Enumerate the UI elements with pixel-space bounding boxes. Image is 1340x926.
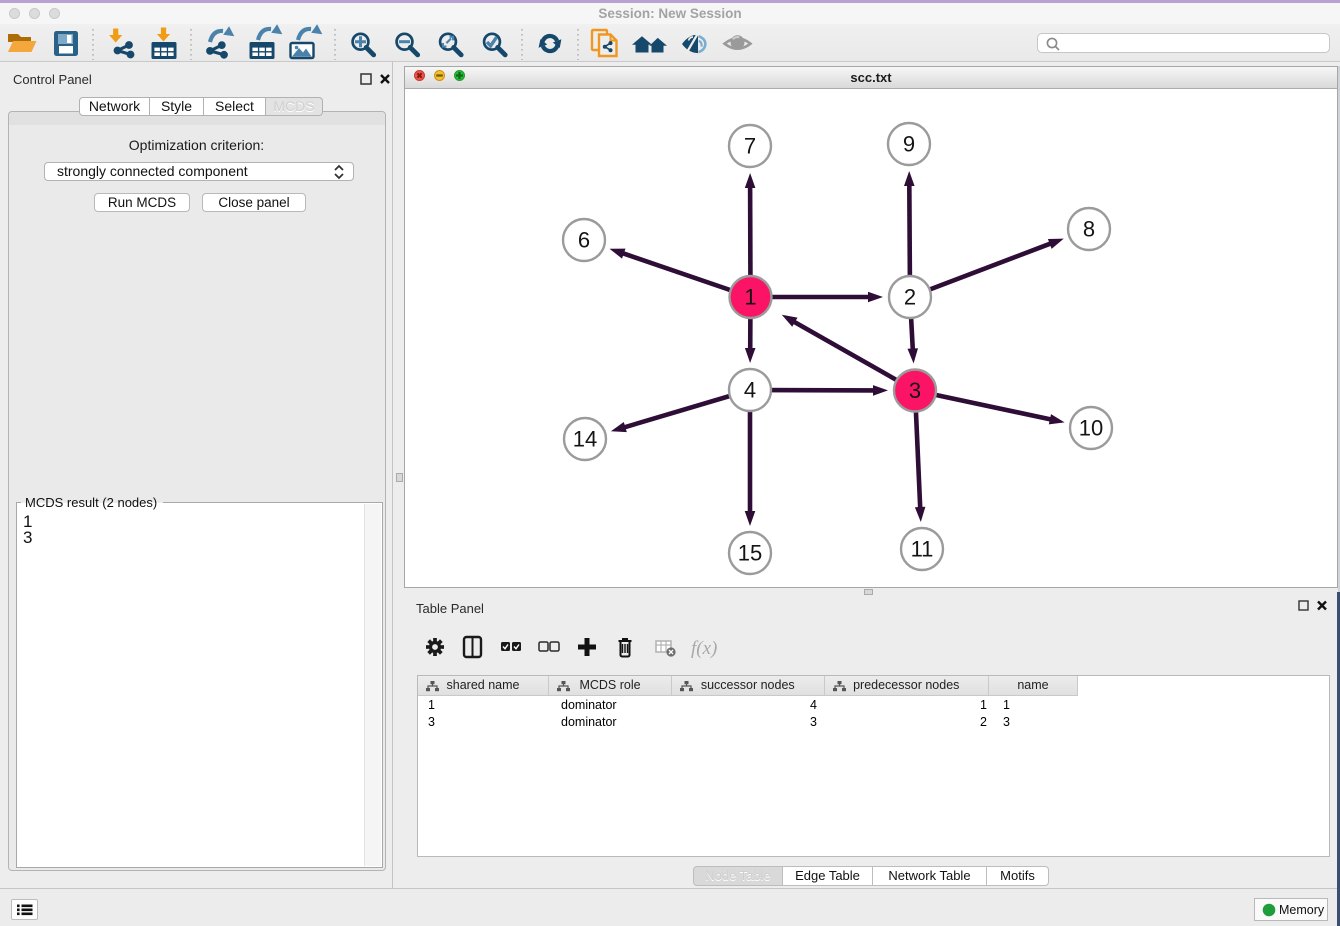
svg-text:1: 1 xyxy=(744,285,756,310)
svg-text:8: 8 xyxy=(1083,217,1095,242)
svg-text:3: 3 xyxy=(909,378,921,403)
svg-text:f(x): f(x) xyxy=(691,638,717,659)
svg-text:11: 11 xyxy=(911,537,934,562)
svg-text:10: 10 xyxy=(1079,416,1103,441)
svg-text:2: 2 xyxy=(904,285,916,310)
svg-text:9: 9 xyxy=(903,132,915,157)
svg-text:15: 15 xyxy=(738,541,762,566)
svg-text:14: 14 xyxy=(573,427,597,452)
svg-text:6: 6 xyxy=(578,228,590,253)
svg-text:4: 4 xyxy=(744,378,756,403)
svg-text:7: 7 xyxy=(744,134,756,159)
